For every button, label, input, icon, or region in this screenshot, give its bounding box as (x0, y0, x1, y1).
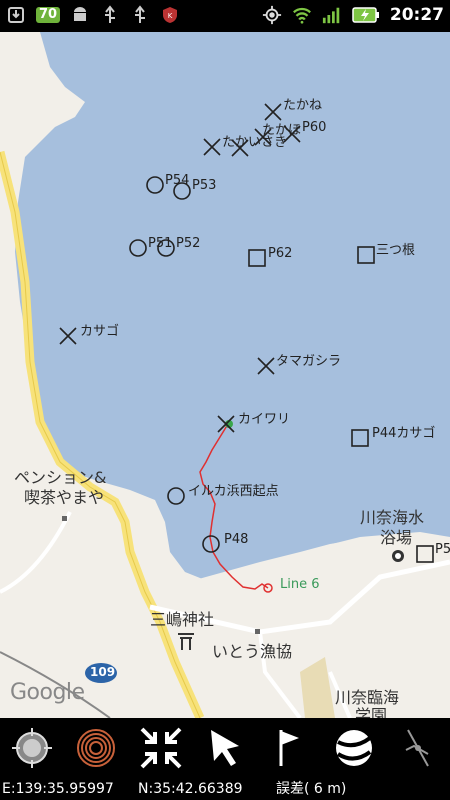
place-label-shrine: 三嶋神社 (150, 610, 215, 629)
crosshair-icon (12, 728, 53, 768)
layers-button[interactable] (329, 723, 379, 773)
compass-icon (405, 729, 429, 767)
signal-icon (322, 4, 342, 26)
place-label-beach: 川奈海水 (360, 508, 425, 527)
battery-charging-icon (352, 4, 380, 26)
route-label: Line 6 (280, 577, 320, 592)
compass-button[interactable] (393, 723, 443, 773)
place-label-school: 学園 (355, 706, 388, 718)
locate-button[interactable] (7, 723, 57, 773)
waypoint-label: カサゴ (80, 324, 120, 339)
waypoint-label: イルカ浜西起点 (188, 484, 279, 499)
usb-icon (100, 4, 120, 26)
waypoint-label: カイワリ (238, 412, 291, 427)
svg-text:K: K (168, 12, 173, 20)
waypoint-label: P60 (302, 120, 327, 135)
waypoint-button[interactable] (264, 723, 314, 773)
waypoint-label: P62 (268, 246, 293, 261)
place-label-fish-market: いとう漁協 (212, 642, 293, 661)
onsen-icon (392, 550, 404, 562)
usb-icon (130, 4, 150, 26)
northing-readout: N:35:42.66389 (138, 781, 243, 797)
cursor-arrow-icon (210, 730, 239, 766)
battery-level-badge: 70 (36, 7, 61, 23)
waypoint-label: P52 (176, 236, 201, 251)
google-logo: Google (10, 680, 85, 705)
antivirus-icon: K (160, 4, 180, 26)
road-shield-label: 109 (90, 665, 116, 679)
waypoint-label: P44カサゴ (372, 426, 436, 441)
download-icon (6, 4, 26, 26)
waypoint-label: たかいさき (222, 135, 288, 150)
waypoint-label: P53 (192, 178, 217, 193)
status-bar: 70 K 20:27 (0, 0, 450, 32)
place-label-pension: ペンション& (14, 468, 107, 487)
waypoint-label: P48 (224, 532, 249, 547)
accuracy-readout: 誤差( 6 m) (276, 781, 347, 797)
android-icon (70, 4, 90, 26)
arrows-in-icon (140, 727, 182, 769)
status-time: 20:27 (389, 5, 444, 25)
place-label-cafe: 喫茶やまや (24, 488, 105, 507)
waypoint-label: たかね (283, 98, 323, 113)
place-label-school: 川奈臨海 (335, 688, 400, 707)
gps-icon (262, 4, 282, 26)
bottom-toolbar (0, 718, 450, 778)
fullscreen-button[interactable] (136, 723, 186, 773)
waypoint-label: P5 (435, 542, 450, 557)
wifi-icon (292, 4, 312, 26)
globe-icon (335, 730, 372, 766)
flag-icon (279, 730, 300, 766)
waypoint-label: P54 (165, 173, 190, 188)
track-button[interactable] (71, 723, 121, 773)
rings-icon (77, 729, 116, 767)
waypoint-label: P51 (148, 236, 173, 251)
map-view[interactable]: たかね たかほ P60 たかいさき P54 P53 P51 P52 P62 三つ… (0, 32, 450, 718)
easting-readout: E:139:35.95997 (2, 781, 114, 797)
waypoint-label: タマガシラ (276, 354, 342, 369)
navigate-button[interactable] (200, 723, 250, 773)
waypoint-label: 三つ根 (376, 243, 416, 258)
place-label-beach: 浴場 (380, 528, 413, 547)
coordinate-bar: E:139:35.95997 N:35:42.66389 誤差( 6 m) (0, 778, 450, 800)
